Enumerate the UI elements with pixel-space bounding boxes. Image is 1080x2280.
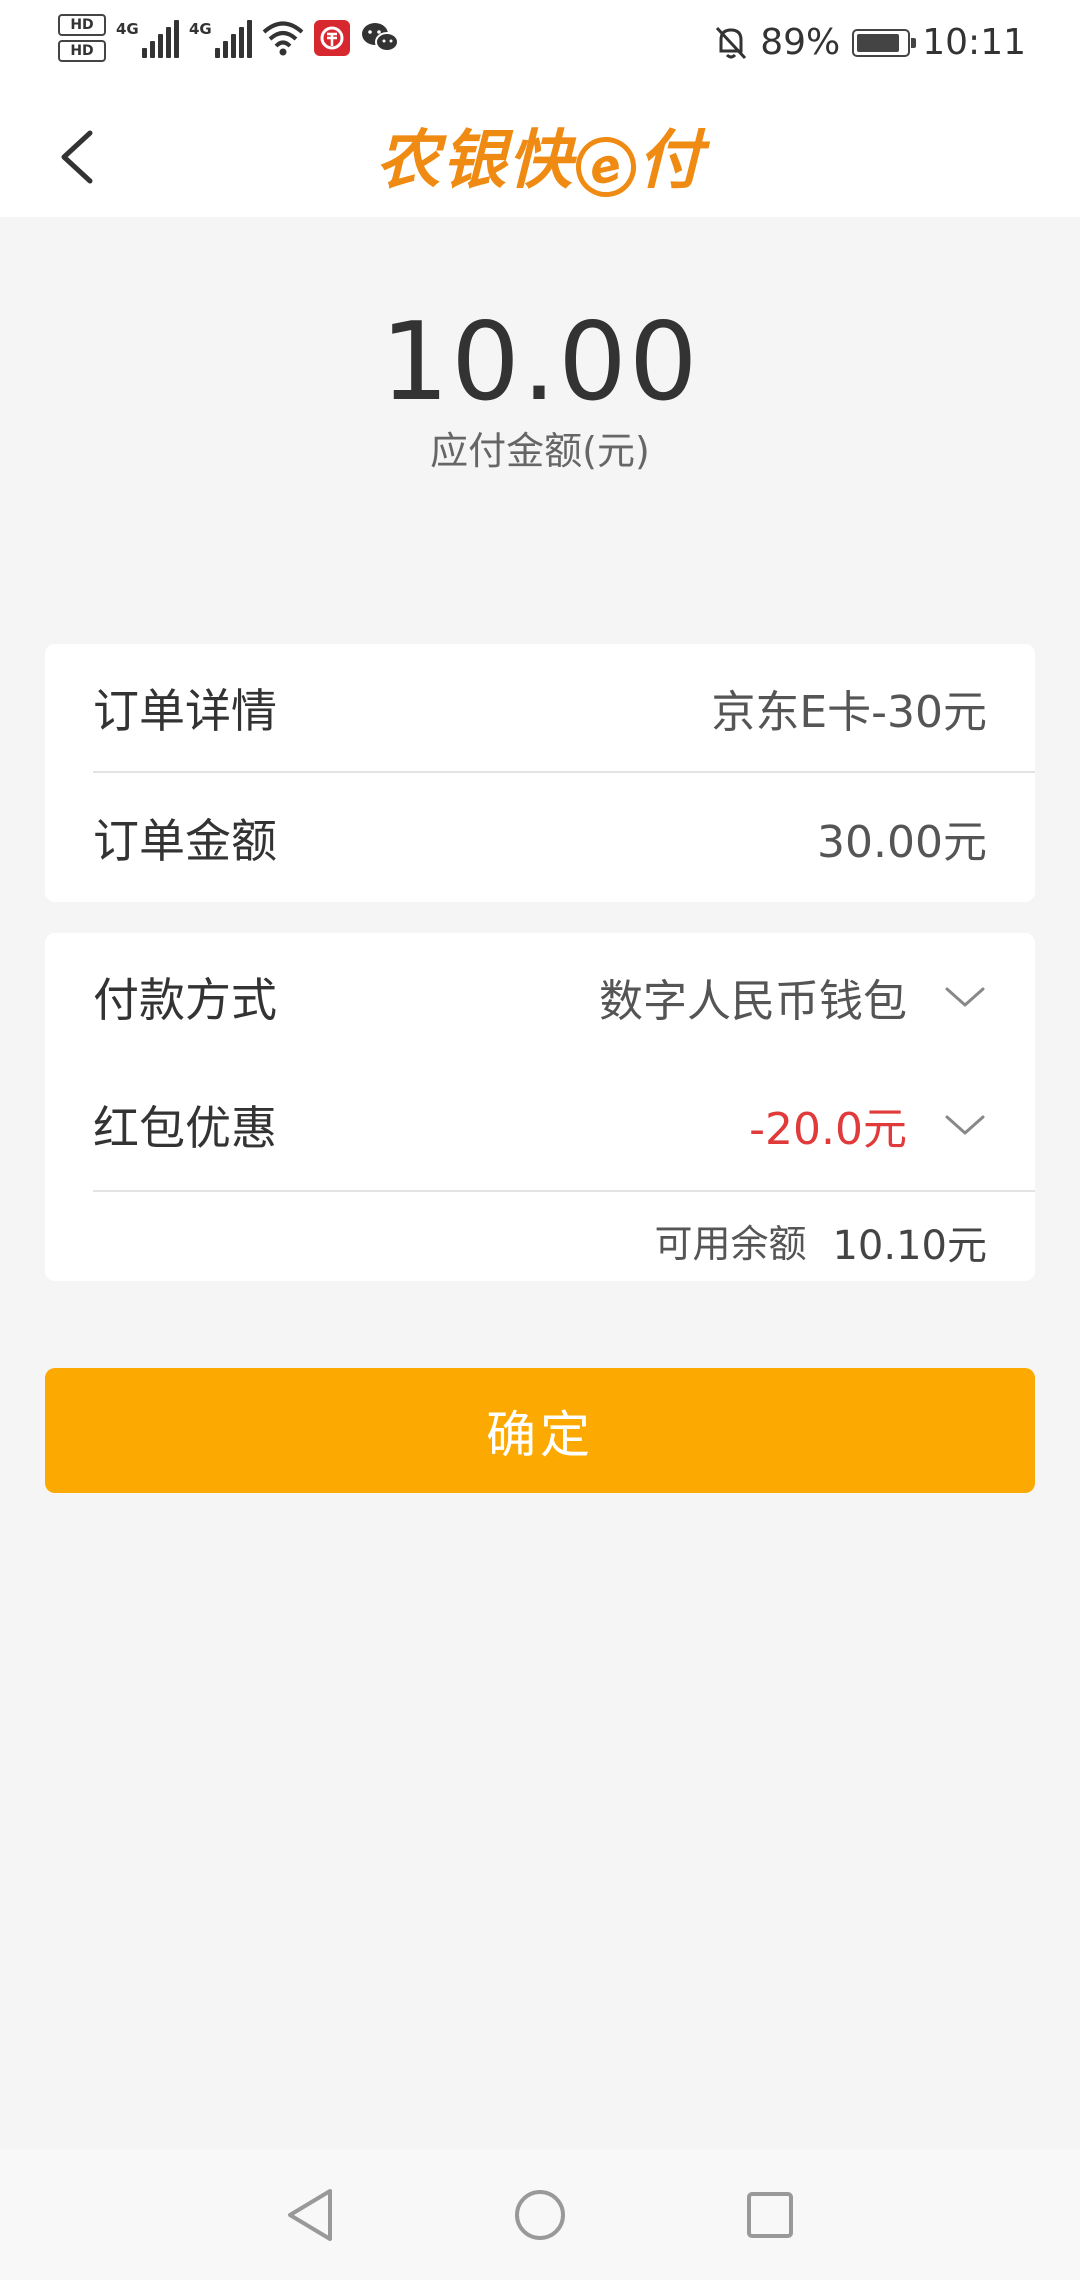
hd-icon: HD HD <box>58 14 106 62</box>
network-2-label: 4G <box>189 20 212 38</box>
order-card: 订单详情 京东E卡-30元 订单金额 30.00元 <box>45 644 1035 902</box>
order-detail-label: 订单详情 <box>93 684 277 738</box>
logo-text-2: 付 <box>638 124 704 198</box>
order-amount-label: 订单金额 <box>93 813 277 868</box>
app-header: 农银快 e 付 <box>0 95 1080 217</box>
logo-e: e <box>570 131 642 203</box>
triangle-back-icon <box>288 2189 332 2241</box>
network-1-label: 4G <box>116 20 139 38</box>
divider <box>93 1190 1035 1192</box>
system-nav-bar <box>0 2150 1080 2280</box>
hd-2-label: HD <box>58 40 106 62</box>
available-balance-label: 可用余额 <box>654 1222 807 1266</box>
signal-icon: 4G <box>116 18 179 58</box>
order-amount-row: 订单金额 30.00元 <box>45 773 1035 902</box>
signal-icon-2: 4G <box>189 18 252 58</box>
ecny-icon <box>314 20 350 56</box>
confirm-button[interactable]: 确定 <box>45 1368 1035 1493</box>
clock: 10:11 <box>922 22 1026 63</box>
chevron-down-icon[interactable] <box>943 1103 987 1147</box>
logo-text-1: 农银快 <box>376 124 574 198</box>
hd-1-label: HD <box>58 14 106 36</box>
amount-due-value: 10.00 <box>380 300 700 425</box>
status-left: HD HD 4G 4G <box>58 14 400 62</box>
wifi-icon <box>262 21 304 56</box>
red-packet-value: -20.0元 <box>749 1104 907 1155</box>
payment-method-row[interactable]: 付款方式 数字人民币钱包 <box>45 933 1035 1061</box>
status-bar: HD HD 4G 4G 89% 10:11 <box>0 0 1080 95</box>
payment-card: 付款方式 数字人民币钱包 红包优惠 -20.0元 可用余额 10.10元 <box>45 933 1035 1281</box>
nav-home-button[interactable] <box>505 2180 575 2250</box>
order-detail-value: 京东E卡-30元 <box>711 687 987 738</box>
amount-due-label: 应付金额(元) <box>430 429 650 473</box>
battery-percent: 89% <box>760 22 841 63</box>
nav-back-button[interactable] <box>275 2180 345 2250</box>
payment-method-value: 数字人民币钱包 <box>599 976 907 1027</box>
payment-method-label: 付款方式 <box>93 973 277 1027</box>
order-detail-row: 订单详情 京东E卡-30元 <box>45 644 1035 772</box>
square-recents-icon <box>747 2192 793 2238</box>
status-right: 89% 10:11 <box>714 22 1026 63</box>
circle-home-icon <box>515 2190 565 2240</box>
battery-icon <box>852 28 917 57</box>
wechat-icon <box>362 23 399 52</box>
red-packet-row[interactable]: 红包优惠 -20.0元 <box>45 1061 1035 1189</box>
brand-logo: 农银快 e 付 <box>0 109 1080 203</box>
chevron-down-icon[interactable] <box>943 975 987 1019</box>
order-amount-value: 30.00元 <box>817 816 987 868</box>
mute-icon <box>716 26 747 59</box>
available-balance-value: 10.10元 <box>832 1223 987 1269</box>
nav-recents-button[interactable] <box>735 2180 805 2250</box>
red-packet-label: 红包优惠 <box>93 1101 277 1155</box>
available-balance-row: 可用余额 10.10元 <box>45 1213 1035 1271</box>
